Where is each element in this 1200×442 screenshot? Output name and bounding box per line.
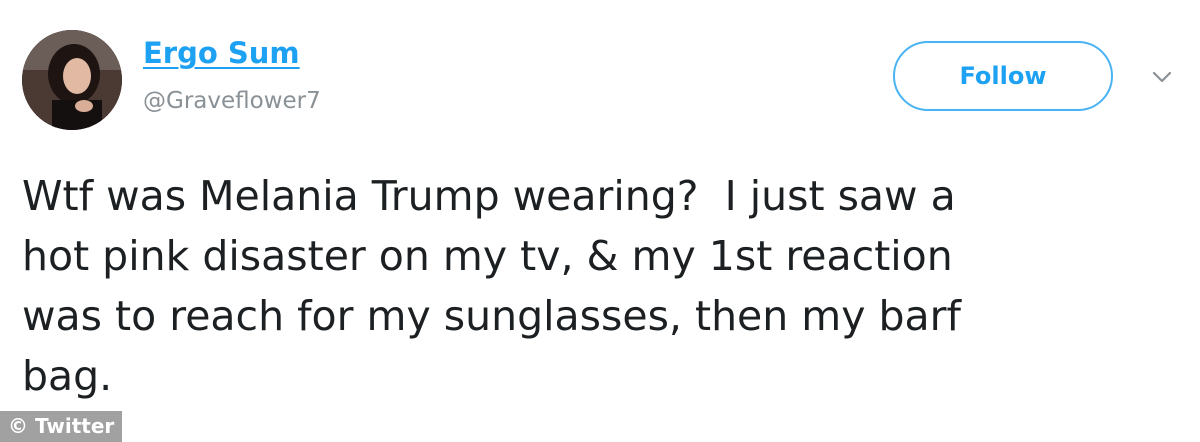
chevron-down-icon[interactable] (1150, 68, 1174, 86)
display-name[interactable]: Ergo Sum (143, 36, 300, 70)
avatar-image (22, 30, 122, 130)
tweet-text: Wtf was Melania Trump wearing? I just sa… (22, 172, 961, 400)
user-handle[interactable]: @Graveflower7 (143, 88, 321, 114)
twitter-watermark: © Twitter (0, 411, 123, 442)
follow-button[interactable]: Follow (893, 41, 1113, 111)
avatar[interactable] (22, 30, 122, 130)
tweet-card: Ergo Sum @Graveflower7 Follow Wtf was Me… (0, 0, 1200, 442)
